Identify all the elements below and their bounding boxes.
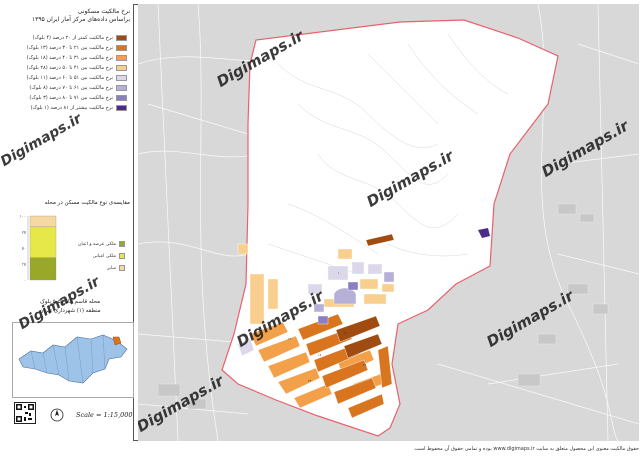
- legend-item: نرخ مالکیت بین ۷۱ تا ۸۰ درصد (۳ بلوک): [9, 94, 127, 102]
- chart-bar-segment: [29, 257, 57, 281]
- legend-item: نرخ مالکیت بین ۵۱ تا ۶۰ درصد (۱۱ بلوک): [9, 74, 127, 82]
- chart-legend-label: ملکی اعیانی: [92, 253, 116, 259]
- legend-swatch: [116, 95, 127, 101]
- chart-bar-segment: [29, 215, 57, 228]
- chart-legend-label: ملکی عرصه و اعیان: [78, 241, 116, 247]
- chart-legend-label: سایر: [107, 265, 116, 271]
- svg-text:۱۸: ۱۸: [318, 353, 322, 357]
- legend-panel: نرخ مالکیت مسکونی براساس داده‌های مرکز آ…: [4, 4, 134, 441]
- svg-text:۱۲: ۱۲: [288, 337, 292, 341]
- chart-legend-item: سایر: [107, 264, 125, 272]
- qr-code: [14, 402, 36, 424]
- legend-label: نرخ مالکیت بین ۷۱ تا ۸۰ درصد (۳ بلوک): [29, 95, 113, 101]
- svg-text:۲۱: ۲۱: [344, 331, 348, 335]
- legend-item: نرخ مالکیت بین ۲۱ تا ۳۰ درصد (۱۳ بلوک): [9, 44, 127, 52]
- chart-tick-label: ۲۵: [22, 262, 26, 267]
- legend-title: نرخ مالکیت مسکونی براساس داده‌های مرکز آ…: [31, 8, 130, 23]
- chart-legend-swatch: [119, 265, 125, 271]
- legend-label: نرخ مالکیت بین ۴۱ تا ۵۰ درصد (۲۸ بلوک): [26, 65, 113, 71]
- legend-item: نرخ مالکیت بین ۶۱ تا ۷۰ درصد (۸ بلوک): [9, 84, 127, 92]
- chart-tick-label: ۵۰: [22, 246, 26, 251]
- map-canvas[interactable]: ۱۲ ۱۸ ۲۱ ۳۴ ۲۹ ۱۰ Digimaps.ir Digimaps.ir Di…: [138, 4, 639, 441]
- legend-item: نرخ مالکیت بین ۴۱ تا ۵۰ درصد (۲۸ بلوک): [9, 64, 127, 72]
- chart-legend-item: ملکی عرصه و اعیان: [78, 240, 125, 248]
- chart-bar-segment: [29, 226, 57, 258]
- legend-label: نرخ مالکیت بین ۶۱ تا ۷۰ درصد (۸ بلوک): [29, 85, 113, 91]
- legend-label: نرخ مالکیت کمتر از ۲۰ درصد (۴ بلوک): [32, 35, 113, 41]
- tehran-outline: [18, 334, 128, 384]
- legend-swatch: [116, 55, 127, 61]
- chart-title: مقایسه‌ی نوع مالکیت مسکن در محله: [44, 200, 130, 206]
- chart-legend-item: ملکی اعیانی: [93, 252, 125, 260]
- legend-label: نرخ مالکیت بیشتر از ۸۱ درصد (۱ بلوک): [30, 105, 113, 111]
- chart-legend-swatch: [119, 253, 125, 259]
- legend-swatch: [116, 35, 127, 41]
- svg-text:۲۹: ۲۹: [363, 363, 367, 367]
- north-arrow-icon: N: [50, 408, 64, 425]
- legend-swatch: [116, 85, 127, 91]
- legend-swatch: [116, 75, 127, 81]
- ownership-bar-chart: ۱۰۰ ۷۵ ۵۰ ۲۵ ۰: [20, 214, 57, 283]
- legend-label: نرخ مالکیت بین ۵۱ تا ۶۰ درصد (۱۱ بلوک): [26, 75, 113, 81]
- svg-text:۳۴: ۳۴: [308, 379, 312, 383]
- legend-item: نرخ مالکیت کمتر از ۲۰ درصد (۴ بلوک): [9, 34, 127, 42]
- legend-label: نرخ مالکیت بین ۳۱ تا ۴۰ درصد (۱۸ بلوک): [26, 55, 113, 61]
- chart-tick-label: ۷۵: [22, 230, 26, 235]
- legend-item: نرخ مالکیت بیشتر از ۸۱ درصد (۱ بلوک): [9, 104, 127, 112]
- footer-copyright: حقوق مالکیت معنوی این محصول متعلق به سای…: [413, 446, 639, 452]
- chart-legend-swatch: [119, 241, 125, 247]
- svg-text:۱۰: ۱۰: [338, 271, 341, 275]
- legend-label: نرخ مالکیت بین ۲۱ تا ۳۰ درصد (۱۳ بلوک): [26, 45, 113, 51]
- legend-swatch: [116, 65, 127, 71]
- legend-swatch: [116, 45, 127, 51]
- tehran-inset-map: [12, 322, 134, 398]
- legend-item: نرخ مالکیت بین ۳۱ تا ۴۰ درصد (۱۸ بلوک): [9, 54, 127, 62]
- legend-swatch: [116, 105, 127, 111]
- chart-tick-label: ۱۰۰: [20, 214, 26, 219]
- chart-tick-label: ۰: [24, 278, 26, 283]
- scale-text: Scale = 1:15,000: [76, 411, 133, 419]
- inset-map-svg: [18, 334, 128, 384]
